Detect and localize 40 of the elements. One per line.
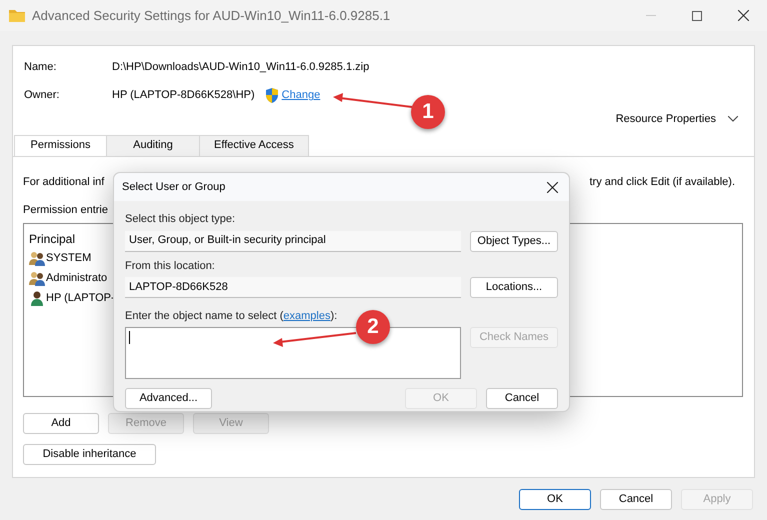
field-label: From this location: — [125, 258, 216, 274]
entries-label: Permission entrie — [23, 203, 108, 218]
examples-link[interactable]: examples — [283, 310, 330, 322]
list-button[interactable]: Add — [23, 412, 99, 434]
location-field: LAPTOP-8D66K528 — [125, 277, 461, 298]
dialog-button[interactable]: Cancel — [486, 388, 558, 408]
advanced-button[interactable]: Advanced... — [125, 388, 212, 408]
footer-button[interactable]: OK — [519, 489, 591, 510]
list-item[interactable]: SYSTEM — [29, 248, 92, 268]
list-item[interactable]: HP (LAPTOP- — [29, 288, 115, 308]
tab[interactable]: Effective Access — [200, 134, 309, 156]
field-label: Owner: — [24, 88, 60, 104]
resource-properties-toggle[interactable]: Resource Properties — [616, 111, 738, 128]
field-value: HP (LAPTOP-8D66K528\HP) — [112, 88, 255, 104]
list-item[interactable]: Administrato — [29, 268, 108, 288]
field-value: D:\HP\Downloads\AUD-Win10_Win11-6.0.9285.1.zip — [112, 60, 370, 76]
prompt-text: Enter the object name to select (examples): — [125, 309, 338, 324]
user-icon — [29, 290, 45, 306]
users-icon — [29, 250, 45, 266]
object-types-button[interactable]: Object Types... — [470, 230, 558, 252]
chevron-icon — [728, 116, 738, 122]
field-label: Name: — [24, 60, 58, 76]
field-label: Select this object type: — [125, 212, 236, 227]
column-header: Principal — [29, 230, 76, 248]
tab[interactable]: Permissions — [14, 134, 107, 156]
tab[interactable]: Auditing — [107, 134, 200, 156]
users-icon — [29, 270, 45, 286]
close-icon[interactable] — [738, 10, 749, 21]
folder-icon — [9, 9, 25, 22]
change-link[interactable]: Change — [282, 87, 320, 104]
close-icon[interactable] — [547, 182, 558, 192]
shield-icon — [264, 88, 279, 103]
disable-inheritance-button[interactable]: Disable inheritance — [23, 444, 156, 464]
info-text: For additional inf — [23, 174, 104, 190]
object-type-field: User, Group, or Built-in security principal — [125, 230, 461, 252]
info-text: try and click Edit (if available). — [590, 174, 735, 190]
window-title: Advanced Security Settings for AUD-Win10_Win11-6.0.9285.1 — [32, 6, 390, 25]
locations-button[interactable]: Locations... — [470, 277, 558, 298]
footer-button[interactable]: Cancel — [600, 489, 672, 510]
dialog-title: Select User or Group — [122, 180, 226, 195]
